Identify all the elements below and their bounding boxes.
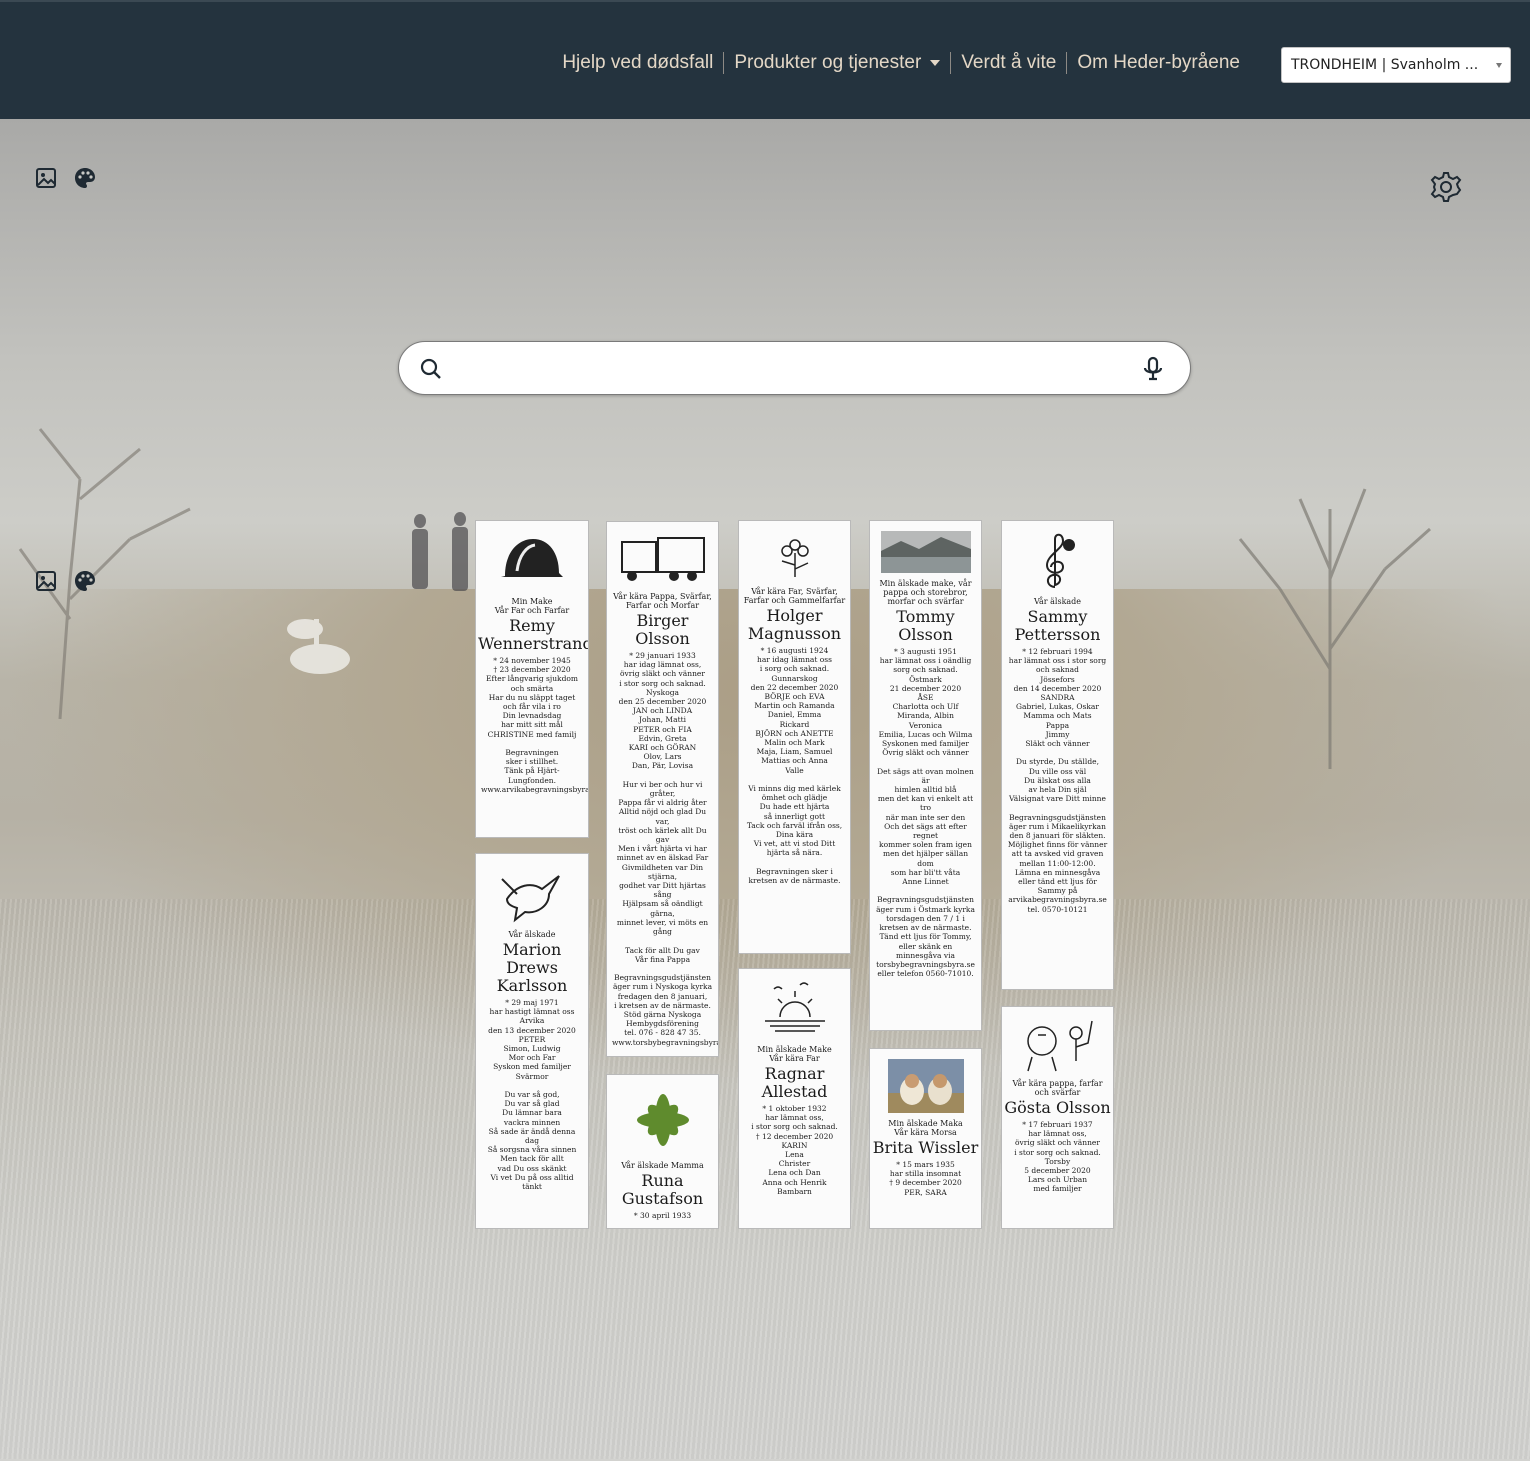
obituary-card[interactable]: Min älskade Maka Vår kära Morsa Brita Wi… xyxy=(869,1048,982,1229)
palette-icon[interactable] xyxy=(73,569,97,597)
card-intro: Vår älskade Mamma xyxy=(621,1161,704,1170)
truck-icon xyxy=(620,537,705,581)
nav-link-products-label: Produkter og tjenester xyxy=(734,52,922,73)
swans xyxy=(287,619,350,674)
fishing-icon xyxy=(1026,1020,1093,1072)
card-intro: Vår kära Far, Svärfar, Farfar och Gammel… xyxy=(743,587,846,605)
card-name: Runa Gustafson xyxy=(621,1171,704,1208)
obituary-card[interactable]: Vår kära pappa, farfar och svärfar Gösta… xyxy=(1001,1006,1114,1229)
image-icon[interactable] xyxy=(35,167,57,193)
card-name: Tommy Olsson xyxy=(896,607,955,644)
lake-photo xyxy=(880,531,971,573)
card-text: * 29 januari 1933 har idag lämnat oss, ö… xyxy=(612,651,718,1047)
obituary-card[interactable]: Vår kära Pappa, Svärfar, Farfar och Morf… xyxy=(606,521,719,1057)
card-intro: Min älskade Maka Vår kära Morsa xyxy=(888,1119,963,1137)
obituary-card[interactable]: Vår älskade Sammy Pettersson * 12 februa… xyxy=(1001,520,1114,990)
card-intro: Min älskade make, vår pappa och storebro… xyxy=(879,579,972,606)
search-bar xyxy=(398,341,1191,395)
main-nav: Hjelp ved dødsfall Produkter og tjeneste… xyxy=(552,52,1250,74)
top-navigation-bar: Hjelp ved dødsfall Produkter og tjeneste… xyxy=(0,0,1530,119)
card-intro: Vår älskade xyxy=(1033,597,1082,606)
plant-icon xyxy=(636,1094,689,1146)
card-intro: Min Make Vår Far och Farfar xyxy=(494,597,570,615)
card-text: * 15 mars 1935 har stilla insomnat † 9 d… xyxy=(889,1160,962,1197)
palette-icon[interactable] xyxy=(73,166,97,194)
card-name: Sammy Pettersson xyxy=(1014,607,1101,644)
card-text: * 12 februari 1994 har lämnat oss i stor… xyxy=(1007,647,1108,914)
card-intro: Vår kära Pappa, Svärfar, Farfar och Morf… xyxy=(613,592,712,610)
music-rose-icon xyxy=(1045,533,1075,588)
search-icon[interactable] xyxy=(419,357,443,385)
agency-select[interactable]: TRONDHEIM | Svanholm ... xyxy=(1281,47,1511,83)
card-name: Holger Magnusson xyxy=(747,606,842,643)
obituary-card[interactable]: Vår kära Far, Svärfar, Farfar och Gammel… xyxy=(738,520,851,954)
image-icon[interactable] xyxy=(35,570,57,596)
card-intro: Vår älskade xyxy=(508,930,556,939)
tree-left xyxy=(18,428,191,719)
dogs-photo xyxy=(887,1059,964,1113)
card-name: Gösta Olsson xyxy=(1004,1098,1111,1117)
caret-down-icon xyxy=(930,59,941,66)
obituary-card[interactable]: Min älskade make, vår pappa och storebro… xyxy=(869,520,982,1031)
tree-right xyxy=(1238,488,1431,769)
card-text: * 3 augusti 1951 har lämnat oss i oändli… xyxy=(876,647,975,979)
gear-icon[interactable] xyxy=(1429,170,1463,208)
card-text: * 29 maj 1971 har hastigt lämnat oss Arv… xyxy=(487,998,577,1192)
nav-link-worth-knowing[interactable]: Verdt å vite xyxy=(951,52,1066,74)
select-arrow-icon xyxy=(1496,63,1502,68)
card-name: Birger Olsson xyxy=(635,611,690,648)
obituary-card[interactable]: Min älskade Make Vår kära Far Ragnar All… xyxy=(738,968,851,1229)
card-text: * 1 oktober 1932 har lämnat oss, i stor … xyxy=(751,1104,838,1196)
dove-icon xyxy=(501,875,560,923)
card-intro: Min älskade Make Vår kära Far xyxy=(757,1045,832,1063)
card-name: Marion Drews Karlsson xyxy=(496,940,568,995)
card-intro: Vår kära pappa, farfar och svärfar xyxy=(1012,1079,1103,1097)
flower-icon xyxy=(780,539,809,577)
card-text: * 30 april 1933 xyxy=(633,1211,692,1220)
microphone-icon[interactable] xyxy=(1141,356,1165,386)
sunset-icon xyxy=(764,982,825,1032)
nav-link-about[interactable]: Om Heder-byråene xyxy=(1067,52,1250,74)
card-name: Brita Wissler xyxy=(872,1138,979,1157)
card-text: * 16 augusti 1924 har idag lämnat oss i … xyxy=(746,646,843,886)
search-input[interactable] xyxy=(459,352,1123,386)
obituary-card[interactable]: Vår älskade Marion Drews Karlsson * 29 m… xyxy=(475,853,589,1229)
obituary-card[interactable]: Vår älskade Mamma Runa Gustafson * 30 ap… xyxy=(606,1074,719,1229)
obituary-card[interactable]: Min Make Vår Far och Farfar Remy Wenners… xyxy=(475,520,589,838)
nav-link-help-death[interactable]: Hjelp ved dødsfall xyxy=(552,52,723,74)
card-name: Remy Wennerstrand xyxy=(478,616,589,653)
agency-select-value: TRONDHEIM | Svanholm ... xyxy=(1291,57,1479,73)
card-name: Ragnar Allestad xyxy=(761,1064,828,1101)
nav-dropdown-products[interactable]: Produkter og tjenester xyxy=(724,52,950,74)
card-text: * 17 februari 1937 har lämnat oss, övrig… xyxy=(1014,1120,1101,1194)
helmet-icon xyxy=(501,539,563,577)
card-text: * 24 november 1945 † 23 december 2020 Ef… xyxy=(481,656,589,794)
